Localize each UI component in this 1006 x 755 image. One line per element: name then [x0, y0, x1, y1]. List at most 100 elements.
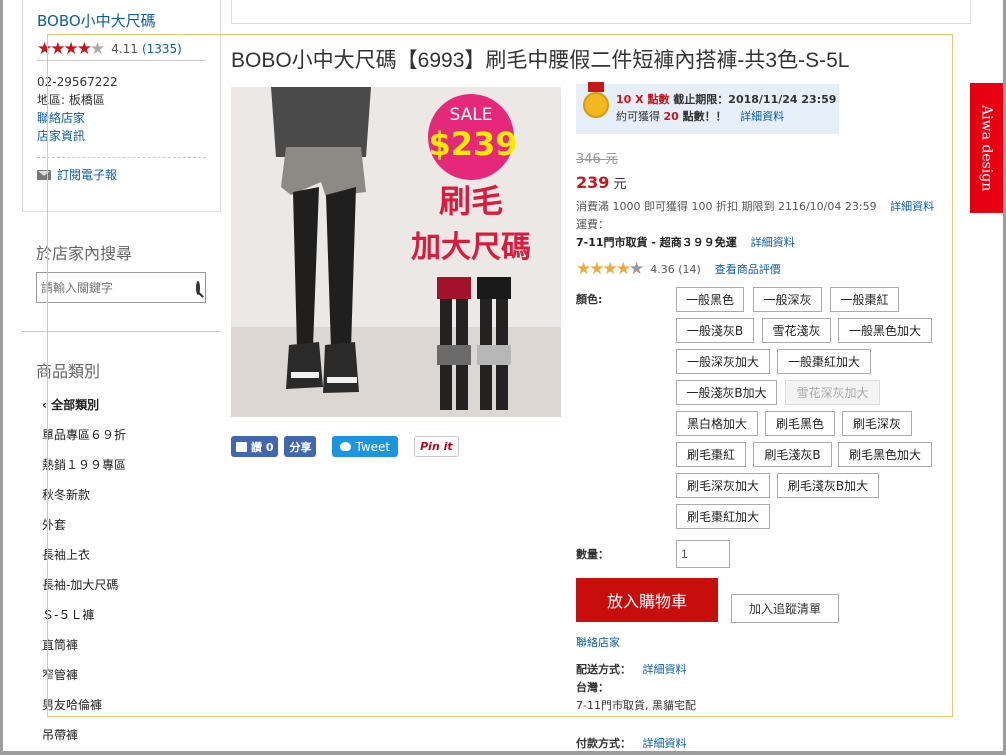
store-name-link[interactable]: BOBO小中大尺碼: [37, 10, 206, 31]
category-item[interactable]: 長袖上衣: [42, 546, 221, 576]
store-score: 4.11: [111, 41, 138, 56]
category-item[interactable]: 窄管褲: [42, 666, 221, 696]
tweet-button[interactable]: Tweet: [332, 436, 399, 457]
top-search-strip: [231, 0, 971, 24]
mail-icon: [37, 169, 51, 180]
share-bar: 讚 0 分享 Tweet Pin it: [231, 436, 459, 457]
quantity-input[interactable]: [676, 540, 730, 568]
color-option[interactable]: 一般淺灰B加大: [676, 380, 777, 405]
points-deadline: 2018/11/24 23:59: [728, 93, 837, 106]
product-photo: SALE $239 刷毛 加大尺碼: [231, 87, 561, 417]
delivery-info: 配送方式： 詳細資料 台灣： 7-11門市取貨, 黑貓宅配: [576, 661, 696, 715]
shipping-fee-info: 7-11門市取貨 - 超商３９９免運 詳細資料: [576, 234, 956, 252]
discount-detail-link[interactable]: 詳細資料: [890, 200, 934, 213]
rating-stars-icon: ★★★★★: [37, 38, 105, 59]
category-list: ‹ 全部類別 單品專區６９折 熱銷１９９專區 秋冬新款 外套 長袖上衣 長袖-加…: [42, 396, 221, 755]
color-option[interactable]: 刷毛黑色加大: [838, 442, 932, 467]
add-to-tracking-button[interactable]: 加入追蹤清單: [731, 594, 839, 623]
category-item[interactable]: 長袖-加大尺碼: [42, 576, 221, 606]
color-option[interactable]: 刷毛深灰加大: [676, 473, 770, 498]
contact-store-link[interactable]: 聯絡店家: [576, 634, 620, 650]
store-review-count-link[interactable]: (1335): [142, 42, 182, 56]
color-option[interactable]: 刷毛淺灰B: [753, 442, 832, 467]
pinterest-pin-button[interactable]: Pin it: [414, 436, 459, 457]
sale-price: $239: [428, 125, 517, 163]
color-option[interactable]: 刷毛黑色: [765, 411, 835, 436]
divider: [22, 331, 221, 332]
points-detail-link[interactable]: 詳細資料: [740, 110, 784, 123]
subscribe-newsletter[interactable]: 訂閱電子報: [37, 166, 206, 183]
shipping-fee-label: 運費：: [576, 218, 609, 231]
product-image[interactable]: SALE $239 刷毛 加大尺碼: [231, 87, 561, 417]
points-earn-prefix: 約可獲得: [616, 110, 664, 123]
color-option[interactable]: 刷毛棗紅加大: [676, 504, 770, 529]
subscribe-link[interactable]: 訂閱電子報: [57, 166, 117, 183]
divider: [37, 157, 206, 158]
points-earn-number: 20: [663, 110, 679, 123]
points-promo-box: 10 X 點數 截止期限：2018/11/24 23:59 約可獲得 20 點數…: [576, 82, 839, 134]
sale-label: SALE: [450, 105, 493, 125]
categories-title: 商品類別: [36, 362, 101, 381]
points-deadline-label: 截止期限：: [669, 93, 729, 106]
store-info-link[interactable]: 店家資訊: [37, 127, 206, 145]
delivery-detail-link[interactable]: 詳細資料: [643, 663, 687, 676]
twitter-bird-icon: [340, 442, 352, 451]
category-item[interactable]: 吊帶褲: [42, 726, 221, 755]
category-item[interactable]: 男友哈倫褲: [42, 696, 221, 726]
image-caption-2: 加大尺碼: [411, 230, 531, 265]
points-multiplier: 10 X 點數: [616, 93, 670, 106]
facebook-share-button[interactable]: 分享: [284, 436, 317, 457]
color-option[interactable]: 一般棗紅: [830, 287, 899, 312]
color-option[interactable]: 刷毛深灰: [842, 411, 912, 436]
product-info: 10 X 點數 截止期限：2018/11/24 23:59 約可獲得 20 點數…: [576, 82, 956, 279]
product-title: BOBO小中大尺碼【6993】刷毛中腰假二件短褲內搭褲-共3色-S-5L: [231, 49, 850, 72]
store-search-input[interactable]: [37, 273, 196, 302]
shipping-fee-detail-link[interactable]: 詳細資料: [751, 236, 795, 249]
store-search-title: 於店家內搜尋: [36, 244, 133, 263]
image-caption-1: 刷毛: [439, 182, 503, 220]
view-reviews-link[interactable]: 查看商品評價: [715, 261, 781, 277]
category-item[interactable]: 熱銷１９９專區: [42, 456, 221, 486]
like-label: 讚 0: [251, 440, 274, 454]
category-item[interactable]: 秋冬新款: [42, 486, 221, 516]
color-option[interactable]: 刷毛棗紅: [676, 442, 746, 467]
delivery-methods: 7-11門市取貨, 黑貓宅配: [576, 699, 696, 712]
color-option[interactable]: 一般深灰加大: [676, 349, 770, 374]
store-area: 地區: 板橋區: [37, 93, 105, 107]
payment-label: 付款方式：: [576, 737, 631, 750]
current-price: 239 元: [576, 173, 956, 192]
color-option[interactable]: 一般深灰: [753, 287, 822, 312]
contact-store-link[interactable]: 聯絡店家: [37, 109, 206, 127]
color-option[interactable]: 刷毛淺灰B加大: [777, 473, 879, 498]
category-item[interactable]: 單品專區６９折: [42, 426, 221, 456]
store-rating: ★★★★★ 4.11 (1335): [37, 38, 206, 61]
color-option-disabled: 雪花深灰加大: [785, 380, 880, 405]
category-item[interactable]: 直筒褲: [42, 636, 221, 666]
color-option[interactable]: 一般黑色加大: [838, 318, 932, 343]
add-to-cart-button[interactable]: 放入購物車: [576, 578, 718, 622]
store-phone: 02-29567222: [37, 75, 118, 89]
window-border-left: [0, 0, 3, 755]
color-option[interactable]: 一般淺灰B: [676, 318, 754, 343]
category-item-all[interactable]: ‹ 全部類別: [42, 396, 221, 426]
sidebar: BOBO小中大尺碼 ★★★★★ 4.11 (1335) 02-29567222 …: [22, 0, 221, 755]
delivery-label: 配送方式：: [576, 663, 631, 676]
color-option[interactable]: 一般黑色: [676, 287, 744, 312]
discount-info: 消費滿 1000 即可獲得 100 折扣 期限到 2116/10/04 23:5…: [576, 198, 956, 216]
color-option[interactable]: 黑白格加大: [676, 411, 758, 436]
category-item[interactable]: Ｓ-５Ｌ褲: [42, 606, 221, 636]
discount-text: 消費滿 1000 即可獲得 100 折扣 期限到 2116/10/04 23:5…: [576, 200, 877, 213]
medal-icon: [583, 92, 609, 118]
rating-stars-icon: ★★★★★: [576, 259, 644, 279]
category-item[interactable]: 外套: [42, 516, 221, 546]
color-option[interactable]: 雪花淺灰: [762, 318, 831, 343]
payment-detail-link[interactable]: 詳細資料: [643, 737, 687, 750]
color-label: 顏色:: [576, 293, 603, 306]
product-rating: ★★★★★ 4.36 (14) 查看商品評價: [576, 259, 956, 279]
color-option[interactable]: 一般棗紅加大: [777, 349, 871, 374]
search-icon[interactable]: [196, 280, 200, 295]
store-search-box: [36, 272, 206, 303]
quantity-label: 數量：: [576, 548, 609, 561]
aiwa-design-side-tab[interactable]: Aiwa design: [970, 83, 1003, 213]
facebook-like-button[interactable]: 讚 0: [231, 436, 279, 457]
